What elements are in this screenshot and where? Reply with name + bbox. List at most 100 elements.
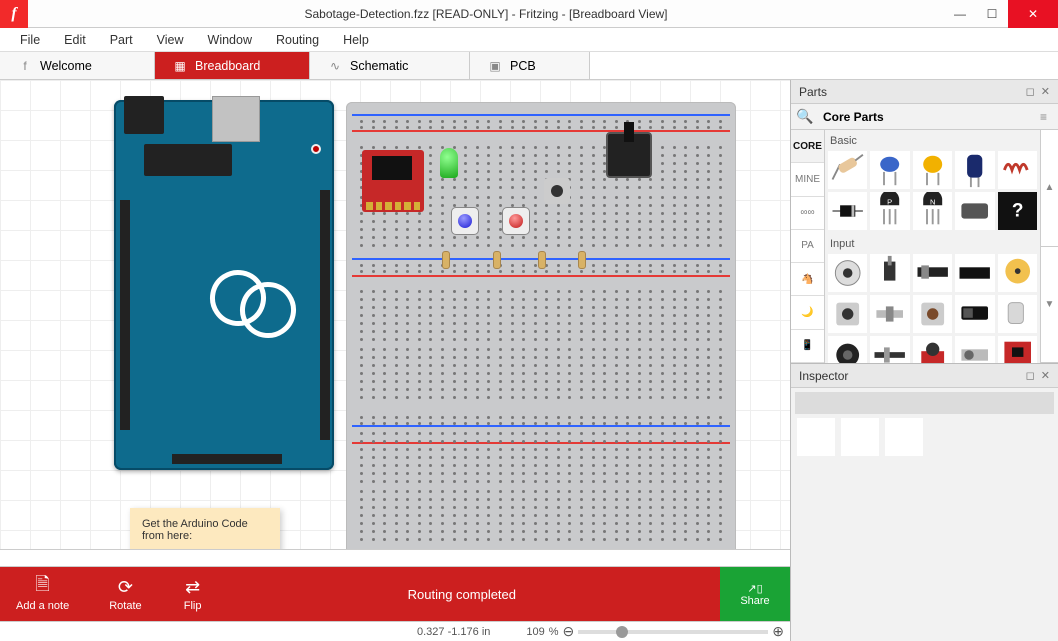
green-led[interactable] [440, 148, 458, 178]
parts-scroll[interactable]: Basic P N ? Input [825, 130, 1040, 363]
part-dip-switch[interactable] [955, 254, 994, 292]
minimize-button[interactable]: — [944, 0, 976, 28]
maximize-button[interactable]: ☐ [976, 0, 1008, 28]
cat-parallax[interactable]: PA [791, 230, 824, 263]
pcb-icon: ▣ [488, 59, 502, 73]
parts-panel-header[interactable]: Parts ◻✕ [791, 80, 1058, 104]
part-capacitor-electrolytic[interactable] [955, 151, 994, 189]
arduino-uno-component[interactable] [114, 100, 334, 470]
menu-routing[interactable]: Routing [264, 30, 331, 50]
part-tactile-button[interactable] [828, 295, 867, 333]
tab-pcb[interactable]: ▣ PCB [470, 52, 590, 79]
tab-label: Schematic [350, 59, 408, 73]
part-tilt-switch[interactable] [998, 295, 1037, 333]
cat-arduino[interactable]: ∞∞ [791, 197, 824, 230]
tab-label: Welcome [40, 59, 92, 73]
part-mystery[interactable]: ? [998, 192, 1037, 230]
part-toggle-switch[interactable] [870, 254, 909, 292]
scroll-up-icon[interactable]: ▲ [1041, 130, 1058, 247]
undock-icon[interactable]: ◻ [1026, 85, 1035, 98]
cat-other3[interactable]: 📱 [791, 330, 824, 363]
menu-help[interactable]: Help [331, 30, 381, 50]
adxl335-accelerometer[interactable] [362, 150, 424, 212]
part-smd-button[interactable] [870, 295, 909, 333]
menu-file[interactable]: File [8, 30, 52, 50]
menu-view[interactable]: View [145, 30, 196, 50]
close-panel-icon[interactable]: ✕ [1041, 85, 1050, 98]
parts-menu-icon[interactable]: ≡ [1040, 110, 1054, 124]
zoom-slider[interactable] [578, 630, 768, 634]
resistor[interactable] [493, 245, 501, 275]
part-rotary-pot[interactable] [828, 336, 867, 363]
blue-led[interactable] [451, 207, 479, 235]
part-inductor[interactable] [998, 151, 1037, 189]
search-icon[interactable]: 🔍 [795, 107, 815, 127]
part-stepper-knob[interactable] [955, 336, 994, 363]
cat-mine[interactable]: MINE [791, 163, 824, 196]
share-button[interactable]: ↗▯Share [720, 567, 790, 621]
part-rocker-switch[interactable] [955, 295, 994, 333]
canvas-horizontal-scrollbar[interactable] [0, 549, 790, 567]
rotary-potentiometer[interactable] [606, 132, 652, 178]
part-capacitor-tantalum[interactable] [913, 151, 952, 189]
flip-button[interactable]: ⇄Flip [182, 576, 204, 612]
part-capacitor-ceramic[interactable] [870, 151, 909, 189]
part-rotary-encoder[interactable] [828, 254, 867, 292]
tab-schematic[interactable]: ∿ Schematic [310, 52, 470, 79]
flip-icon: ⇄ [182, 576, 204, 598]
tab-label: PCB [510, 59, 536, 73]
section-input: Input [828, 236, 1037, 254]
part-resistor[interactable] [828, 151, 867, 189]
part-relay[interactable] [955, 192, 994, 230]
zoom-in-button[interactable]: ⊕ [772, 623, 784, 640]
menu-window[interactable]: Window [196, 30, 264, 50]
category-scroller: ▲ ▼ [1040, 130, 1058, 363]
cat-other1[interactable]: 🐴 [791, 263, 824, 296]
resistor[interactable] [442, 245, 450, 275]
part-joystick[interactable] [913, 336, 952, 363]
inspector-panel-header[interactable]: Inspector ◻✕ [791, 364, 1058, 388]
resistor[interactable] [578, 245, 586, 275]
resistor[interactable] [538, 245, 546, 275]
tab-breadboard[interactable]: ▦ Breadboard [155, 52, 310, 79]
part-transistor-pnp[interactable]: P [870, 192, 909, 230]
parts-search-input[interactable] [821, 107, 1034, 127]
menu-part[interactable]: Part [98, 30, 145, 50]
svg-text:P: P [888, 197, 893, 206]
window-title: Sabotage-Detection.fzz [READ-ONLY] - Fri… [28, 7, 944, 21]
coordinates-readout: 0.327 -1.176 in [417, 626, 490, 638]
tab-label: Breadboard [195, 59, 260, 73]
add-note-button[interactable]: 🗎Add a note [16, 576, 69, 612]
inspector-breadboard-view [841, 418, 879, 456]
rotate-icon: ⟳ [114, 576, 136, 598]
close-panel-icon[interactable]: ✕ [1041, 369, 1050, 382]
undock-icon[interactable]: ◻ [1026, 369, 1035, 382]
sticky-text: Get the Arduino Code from here: [142, 518, 268, 542]
part-push-button-brown[interactable] [913, 295, 952, 333]
rotate-button[interactable]: ⟳Rotate [109, 576, 141, 612]
zoom-value: 109 [526, 626, 544, 638]
part-accelerometer-board[interactable] [998, 336, 1037, 363]
schematic-icon: ∿ [328, 59, 342, 73]
push-button[interactable] [544, 178, 570, 204]
tab-welcome[interactable]: f Welcome [0, 52, 155, 79]
red-led[interactable] [502, 207, 530, 235]
inspector-icon-view [797, 418, 835, 456]
part-slide-pot[interactable] [870, 336, 909, 363]
close-button[interactable]: ✕ [1008, 0, 1058, 28]
part-diode[interactable] [828, 192, 867, 230]
part-slide-switch[interactable] [913, 254, 952, 292]
breadboard-canvas[interactable]: fritzin [0, 80, 790, 549]
part-transistor-npn[interactable]: N [913, 192, 952, 230]
status-bar: 0.327 -1.176 in 109% ⊖ ⊕ [0, 621, 790, 641]
zoom-out-button[interactable]: ⊖ [563, 623, 575, 640]
cat-other2[interactable]: 🌙 [791, 296, 824, 329]
menu-edit[interactable]: Edit [52, 30, 98, 50]
scroll-down-icon[interactable]: ▼ [1041, 247, 1058, 364]
sticky-note[interactable]: Get the Arduino Code from here: Sabotage… [130, 508, 280, 549]
breadboard-icon: ▦ [173, 59, 187, 73]
part-piezo[interactable] [998, 254, 1037, 292]
welcome-icon: f [18, 59, 32, 73]
cat-core[interactable]: CORE [791, 130, 824, 163]
routing-status: Routing completed [244, 587, 680, 602]
